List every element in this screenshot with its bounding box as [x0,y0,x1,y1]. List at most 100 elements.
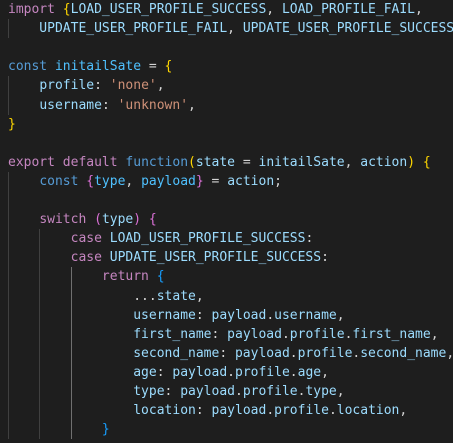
code-token: , [156,78,165,94]
code-token: state [156,288,196,304]
code-token: type [133,384,165,399]
code-token: type [101,212,134,228]
code-line: } [8,115,16,134]
code-token: . [289,345,298,361]
code-token: LOAD_PROFILE_FAIL [281,2,416,17]
code-line: second_name: payload.profile.second_name… [8,344,453,363]
code-line: ...state, [8,287,203,306]
code-token: payload [211,307,267,323]
code-token: : [195,307,212,323]
code-line: first_name: payload.profile.first_name, [8,325,438,344]
code-token: profile [242,384,298,399]
code-token: , [188,97,196,113]
code-token: , [125,173,142,189]
code-token: username [39,97,102,113]
code-line: location: payload.profile.location, [8,401,407,420]
code-token: payload [172,364,228,380]
code-line: username: 'unknown', [8,96,196,115]
code-line: UPDATE_USER_PROFILE_FAIL, UPDATE_USER_PR… [8,19,453,38]
code-token: payload [180,384,235,399]
code-token: import [8,2,63,17]
code-line: import {LOAD_USER_PROFILE_SUCCESS, LOAD_… [8,0,423,19]
code-token: : [321,250,329,266]
code-token: UPDATE_USER_PROFILE_SUCCESS [242,21,453,37]
code-token: ... [8,288,157,304]
code-token: { [86,173,95,189]
code-token: payload [234,345,290,361]
code-token: : [195,403,212,419]
code-token: first_name [352,326,431,342]
code-token: payload [227,326,282,342]
code-token: location [336,403,400,419]
code-token: function [125,154,189,170]
code-token: profile [289,326,345,342]
code-token: LOAD_USER_PROFILE_SUCCESS [70,2,267,17]
code-token: = [235,154,259,170]
code-token: ( [188,154,196,170]
code-token: : [156,364,173,380]
code-line: export default function(state = initailS… [8,153,431,172]
code-token: } [101,422,110,438]
code-token: , [344,154,361,170]
code-line: } [8,420,110,439]
code-token: { [62,2,71,17]
code-token: type [305,384,337,399]
code-line: username: payload.username, [8,306,344,325]
code-token: , [446,346,453,361]
code-token: } [195,173,204,189]
code-token: payload [141,173,196,189]
code-token: username [133,307,196,323]
code-token: = [141,59,165,75]
code-token: case [70,250,110,266]
code-line: age: payload.profile.age, [8,363,329,382]
code-line: case LOAD_USER_PROFILE_SUCCESS: [8,229,314,248]
code-token: . [281,326,290,342]
code-editor[interactable]: import {LOAD_USER_PROFILE_SUCCESS, LOAD_… [0,0,453,443]
code-token: . [266,307,275,323]
code-token: { [156,269,165,285]
code-token: = [203,173,228,189]
code-token: } [8,116,16,132]
code-token: UPDATE_USER_PROFILE_FAIL [8,21,228,37]
code-token: state [195,154,236,170]
code-token: ( [94,212,102,228]
code-token: UPDATE_USER_PROFILE_SUCCESS [109,250,322,266]
code-token: : [211,326,228,342]
code-token: : [94,78,110,94]
code-token: age [133,364,157,380]
code-line: const {type, payload} = action; [8,172,282,191]
code-token: const [8,59,55,75]
code-token: : [219,345,235,361]
code-token: payload [211,403,267,419]
code-line: return { [8,267,165,286]
code-line: switch (type) { [8,210,156,229]
code-token: : [164,384,181,399]
code-token: . [289,364,298,380]
code-token: first_name [133,326,212,342]
code-token: default [62,154,126,170]
code-token: username [274,307,337,323]
code-token: . [227,364,235,380]
code-token: , [227,21,243,37]
code-token: age [297,364,322,380]
code-token: switch [39,212,95,228]
code-token: location [133,403,196,419]
code-token: , [415,2,423,17]
code-token: , [321,364,329,380]
code-token: : [101,97,118,113]
code-area[interactable]: import {LOAD_USER_PROFILE_SUCCESS, LOAD_… [0,0,453,443]
code-token: , [266,2,282,17]
code-line: case UPDATE_USER_PROFILE_SUCCESS: [8,248,329,267]
